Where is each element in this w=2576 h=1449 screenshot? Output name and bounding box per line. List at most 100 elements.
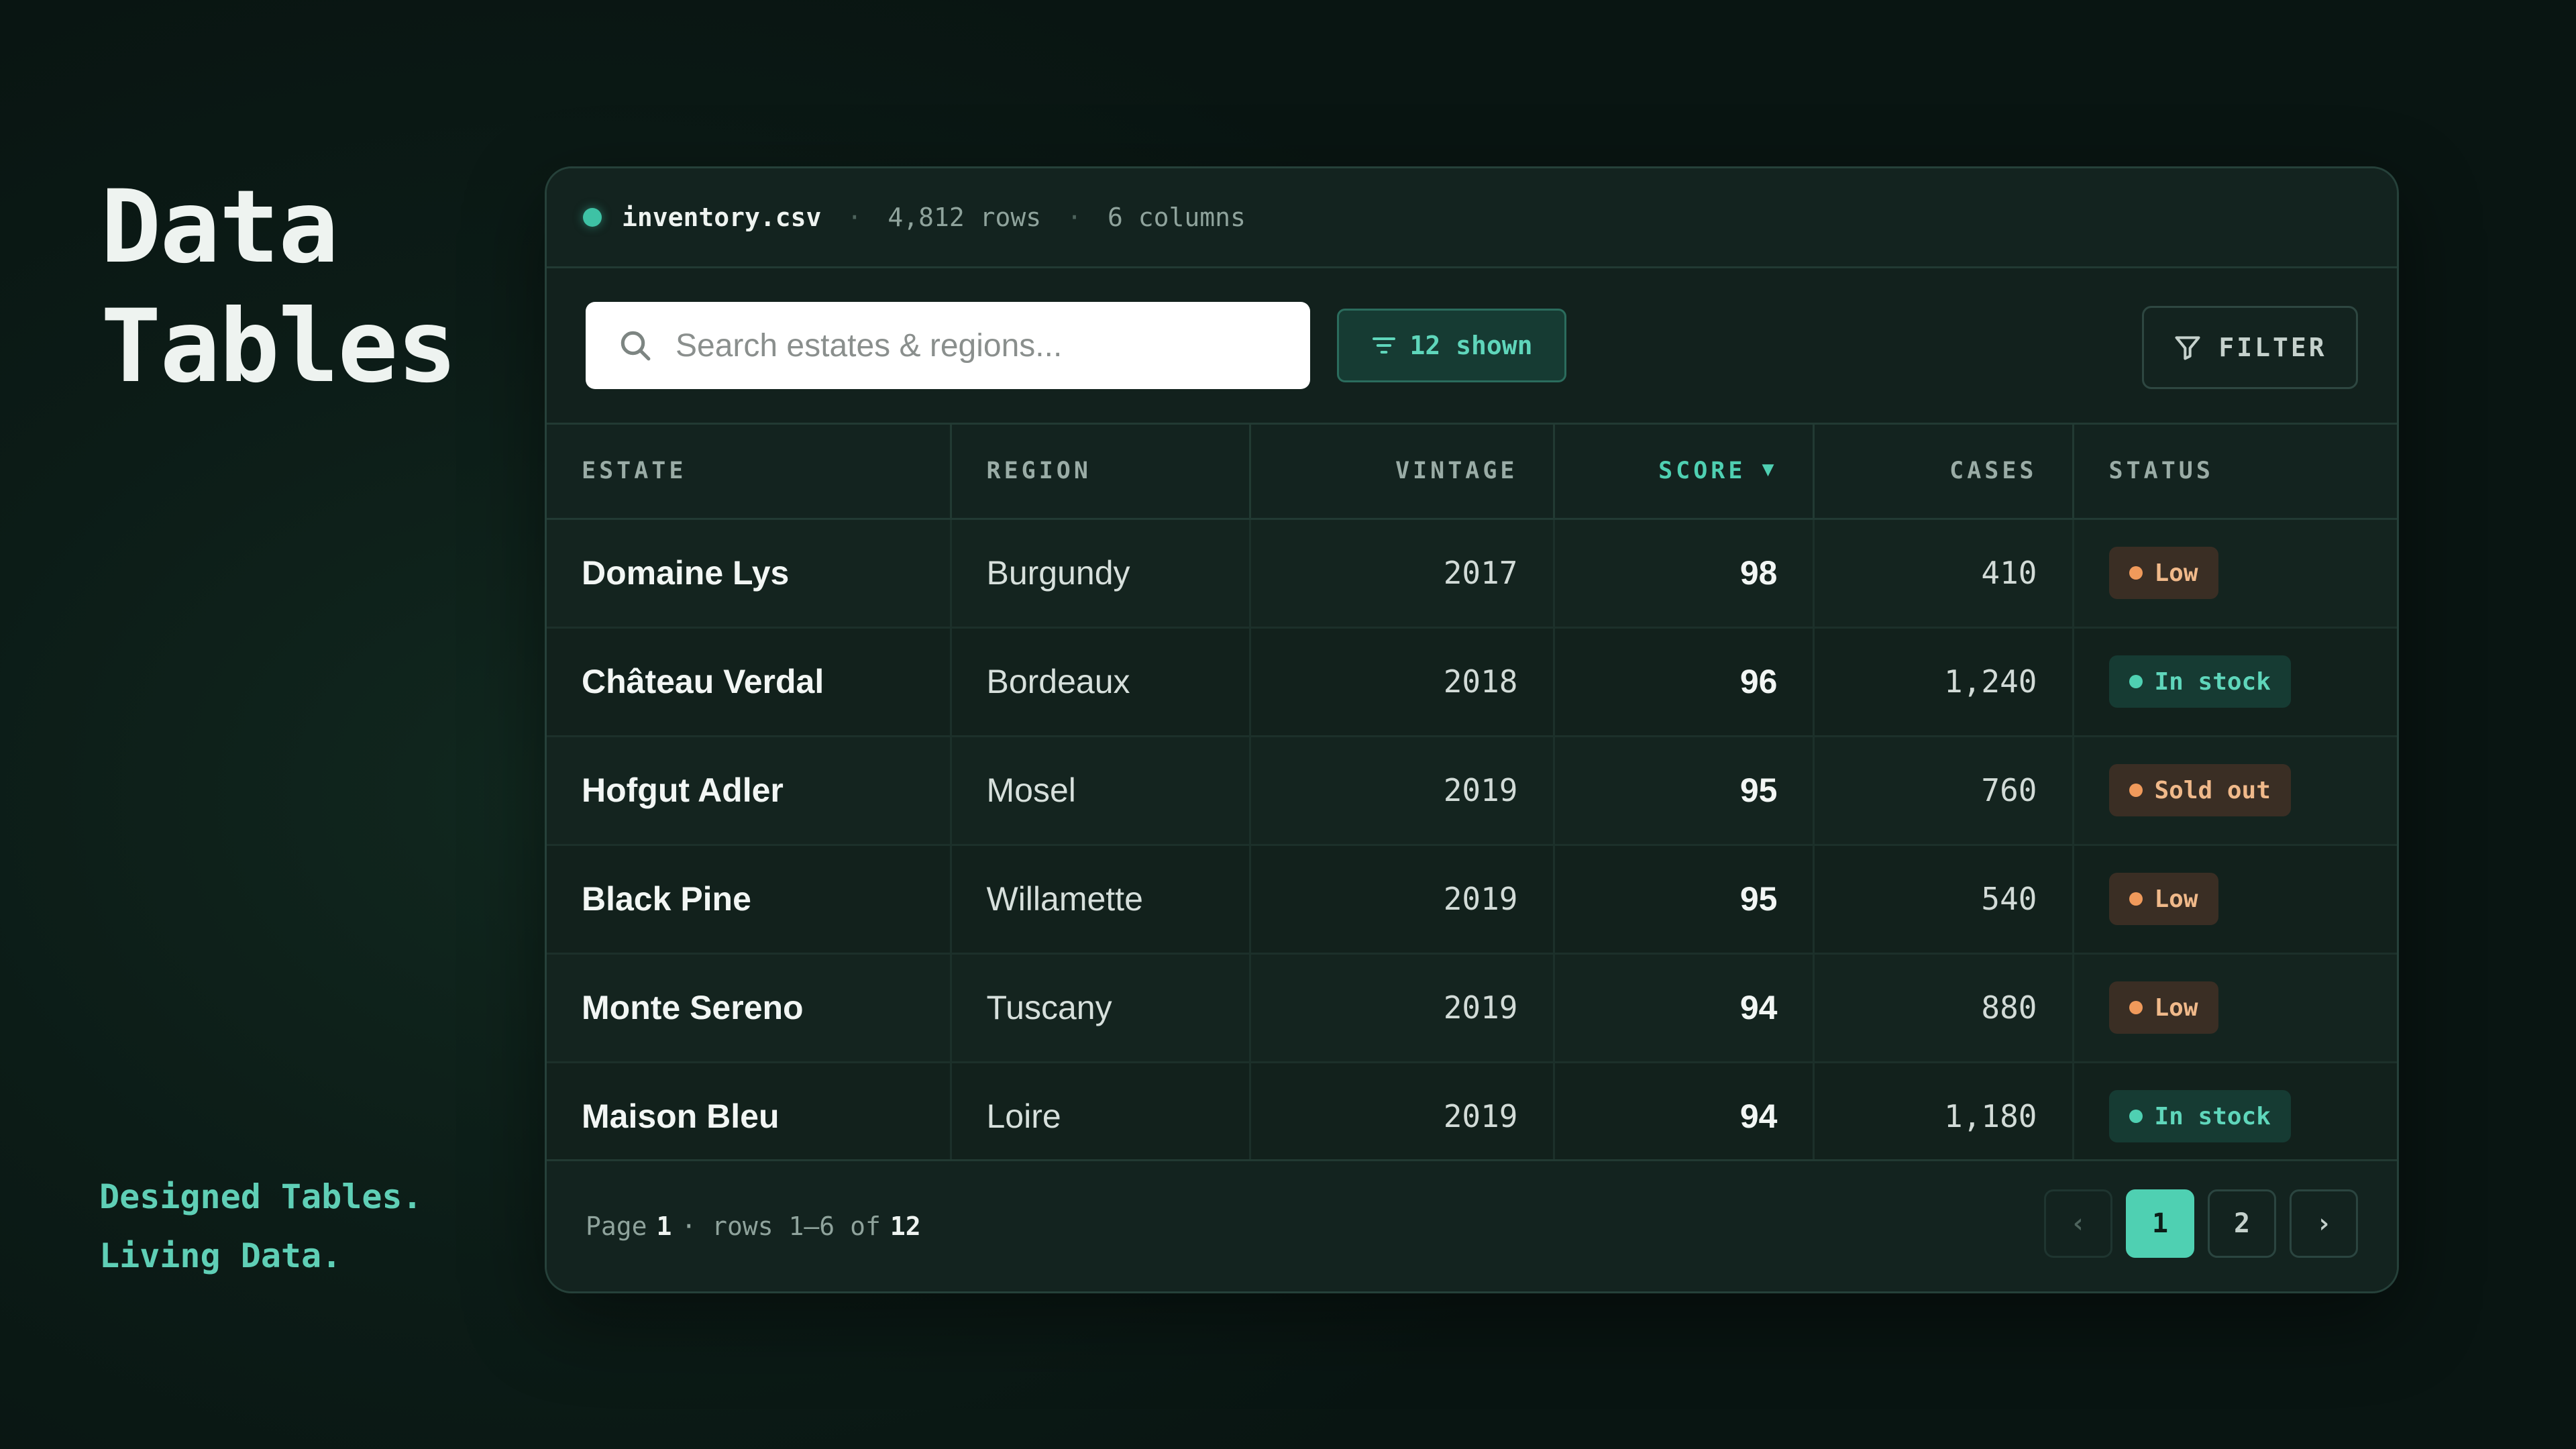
page-prefix: Page — [586, 1212, 647, 1241]
column-header-vintage[interactable]: VINTAGE — [1250, 425, 1555, 520]
pagination: ‹ 1 2 › — [2044, 1189, 2358, 1258]
status-badge: Low — [2108, 981, 2218, 1034]
column-count: 6 columns — [1107, 203, 1246, 232]
file-status-dot — [583, 208, 602, 227]
cell-vintage: 2018 — [1250, 627, 1555, 737]
file-name: inventory.csv — [622, 203, 822, 232]
tagline: Designed Tables. Living Data. — [99, 1167, 423, 1285]
column-header-score-label: SCORE — [1658, 458, 1746, 485]
table-row[interactable]: Domaine Lys Burgundy 2017 98 410 Low — [547, 519, 2397, 629]
cell-score: 94 — [1554, 953, 1815, 1063]
cell-region: Mosel — [951, 736, 1251, 846]
status-label: Low — [2154, 885, 2198, 913]
shown-count-label: 12 shown — [1409, 331, 1533, 360]
cell-vintage: 2019 — [1250, 736, 1555, 846]
filter-button[interactable]: FILTER — [2142, 306, 2358, 389]
status-dot-icon — [2129, 1001, 2143, 1014]
cell-estate: Monte Sereno — [547, 953, 952, 1063]
status-badge: Low — [2108, 873, 2218, 925]
status-badge: Sold out — [2108, 764, 2291, 816]
cell-score: 95 — [1554, 845, 1815, 955]
cell-estate: Maison Bleu — [547, 1062, 952, 1172]
shown-count-chip[interactable]: 12 shown — [1337, 309, 1566, 382]
cell-score: 95 — [1554, 736, 1815, 846]
current-page: 1 — [656, 1212, 672, 1241]
separator: · — [1067, 203, 1082, 232]
cell-status: In stock — [2073, 627, 2397, 737]
next-page-button[interactable]: › — [2290, 1189, 2358, 1258]
rows-range: · rows 1–6 of — [681, 1212, 881, 1241]
filter-button-label: FILTER — [2218, 333, 2327, 362]
column-header-cases[interactable]: CASES — [1813, 425, 2074, 520]
sort-desc-icon: ▼ — [1762, 458, 1778, 482]
cell-cases: 410 — [1813, 519, 2074, 629]
hero-title-line: Tables — [101, 288, 458, 405]
hero-title: Data Tables — [101, 168, 458, 407]
page-button-2[interactable]: 2 — [2208, 1189, 2276, 1258]
cell-estate: Château Verdal — [547, 627, 952, 737]
status-badge: In stock — [2108, 655, 2291, 708]
filter-lines-icon — [1373, 337, 1396, 354]
cell-cases: 760 — [1813, 736, 2074, 846]
cell-estate: Domaine Lys — [547, 519, 952, 629]
status-label: Low — [2154, 994, 2198, 1022]
cell-region: Willamette — [951, 845, 1251, 955]
cell-score: 94 — [1554, 1062, 1815, 1172]
table-header-row: ESTATE REGION VINTAGE SCORE ▼ CASES STATU… — [547, 425, 2397, 520]
column-header-region[interactable]: REGION — [951, 425, 1251, 520]
search-icon — [621, 331, 651, 361]
search-box[interactable] — [586, 302, 1310, 389]
status-badge: In stock — [2108, 1090, 2291, 1142]
cell-status: In stock — [2073, 1062, 2397, 1172]
cell-vintage: 2019 — [1250, 953, 1555, 1063]
table-row[interactable]: Maison Bleu Loire 2019 94 1,180 In stock — [547, 1062, 2397, 1172]
cell-region: Tuscany — [951, 953, 1251, 1063]
cell-vintage: 2019 — [1250, 845, 1555, 955]
tagline-line: Designed Tables. — [99, 1177, 423, 1216]
toolbar: 12 shown FILTER — [547, 268, 2397, 425]
prev-page-button[interactable]: ‹ — [2044, 1189, 2112, 1258]
cell-cases: 1,180 — [1813, 1062, 2074, 1172]
tagline-line: Living Data. — [99, 1236, 342, 1275]
separator: · — [847, 203, 863, 232]
cell-score: 98 — [1554, 519, 1815, 629]
row-count: 4,812 rows — [888, 203, 1042, 232]
funnel-icon — [2175, 336, 2200, 360]
status-dot-icon — [2129, 784, 2143, 797]
data-table-card: inventory.csv · 4,812 rows · 6 columns 1… — [545, 166, 2399, 1293]
status-dot-icon — [2129, 892, 2143, 906]
status-dot-icon — [2129, 566, 2143, 580]
status-label: In stock — [2154, 1102, 2271, 1130]
total-rows: 12 — [890, 1212, 921, 1241]
status-badge: Low — [2108, 547, 2218, 599]
status-label: Sold out — [2154, 776, 2271, 804]
cell-cases: 540 — [1813, 845, 2074, 955]
file-info-bar: inventory.csv · 4,812 rows · 6 columns — [547, 168, 2397, 268]
cell-estate: Black Pine — [547, 845, 952, 955]
table-row[interactable]: Monte Sereno Tuscany 2019 94 880 Low — [547, 953, 2397, 1063]
cell-region: Burgundy — [951, 519, 1251, 629]
cell-status: Low — [2073, 845, 2397, 955]
column-header-estate[interactable]: ESTATE — [547, 425, 952, 520]
page-button-1[interactable]: 1 — [2126, 1189, 2194, 1258]
table-footer: Page 1 · rows 1–6 of 12 ‹ 1 2 › — [547, 1159, 2397, 1291]
cell-cases: 1,240 — [1813, 627, 2074, 737]
cell-status: Low — [2073, 953, 2397, 1063]
table-row[interactable]: Black Pine Willamette 2019 95 540 Low — [547, 845, 2397, 955]
status-label: Low — [2154, 559, 2198, 587]
cell-status: Low — [2073, 519, 2397, 629]
hero-title-line: Data — [101, 169, 339, 286]
inventory-table: ESTATE REGION VINTAGE SCORE ▼ CASES STATU… — [547, 425, 2397, 1172]
column-header-status[interactable]: STATUS — [2073, 425, 2397, 520]
table-row[interactable]: Château Verdal Bordeaux 2018 96 1,240 In stoc… — [547, 627, 2397, 737]
cell-vintage: 2017 — [1250, 519, 1555, 629]
cell-score: 96 — [1554, 627, 1815, 737]
table-row[interactable]: Hofgut Adler Mosel 2019 95 760 Sold out — [547, 736, 2397, 846]
cell-region: Loire — [951, 1062, 1251, 1172]
search-input[interactable] — [674, 326, 1281, 365]
status-dot-icon — [2129, 675, 2143, 688]
status-label: In stock — [2154, 667, 2271, 696]
cell-cases: 880 — [1813, 953, 2074, 1063]
page-info: Page 1 · rows 1–6 of 12 — [586, 1161, 930, 1291]
column-header-score[interactable]: SCORE ▼ — [1554, 425, 1815, 520]
